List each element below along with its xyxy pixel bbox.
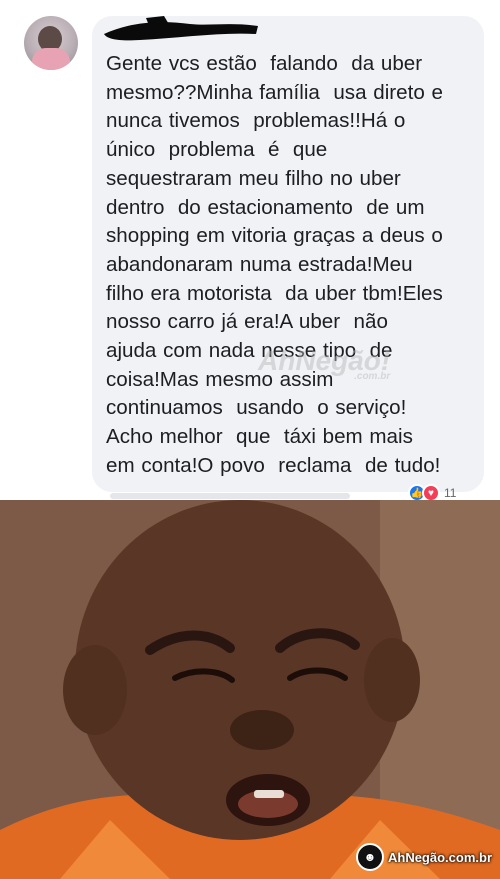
avatar-shirt <box>32 48 70 70</box>
meme-photo-illustration <box>0 500 500 879</box>
meme-photo: ☻ AhNegão.com.br <box>0 500 500 879</box>
brand-watermark: ☻ AhNegão.com.br <box>355 843 492 871</box>
watermark: AhNegão! .com.br <box>258 345 390 382</box>
comment-actions[interactable] <box>110 493 350 499</box>
comment-text: Gente vcs estão falando da uber mesmo??M… <box>106 52 443 477</box>
redacted-name <box>104 16 258 41</box>
love-icon: ♥ <box>422 484 440 500</box>
comment-post: Gente vcs estão falando da uber mesmo??M… <box>0 0 500 500</box>
brand-text: AhNegão.com.br <box>387 849 492 865</box>
ahnegao-logo-icon: ☻ <box>355 843 384 871</box>
avatar[interactable] <box>24 16 78 70</box>
reaction-count: 11 <box>444 486 457 500</box>
reactions[interactable]: 👍 ♥ 11 <box>408 484 456 500</box>
